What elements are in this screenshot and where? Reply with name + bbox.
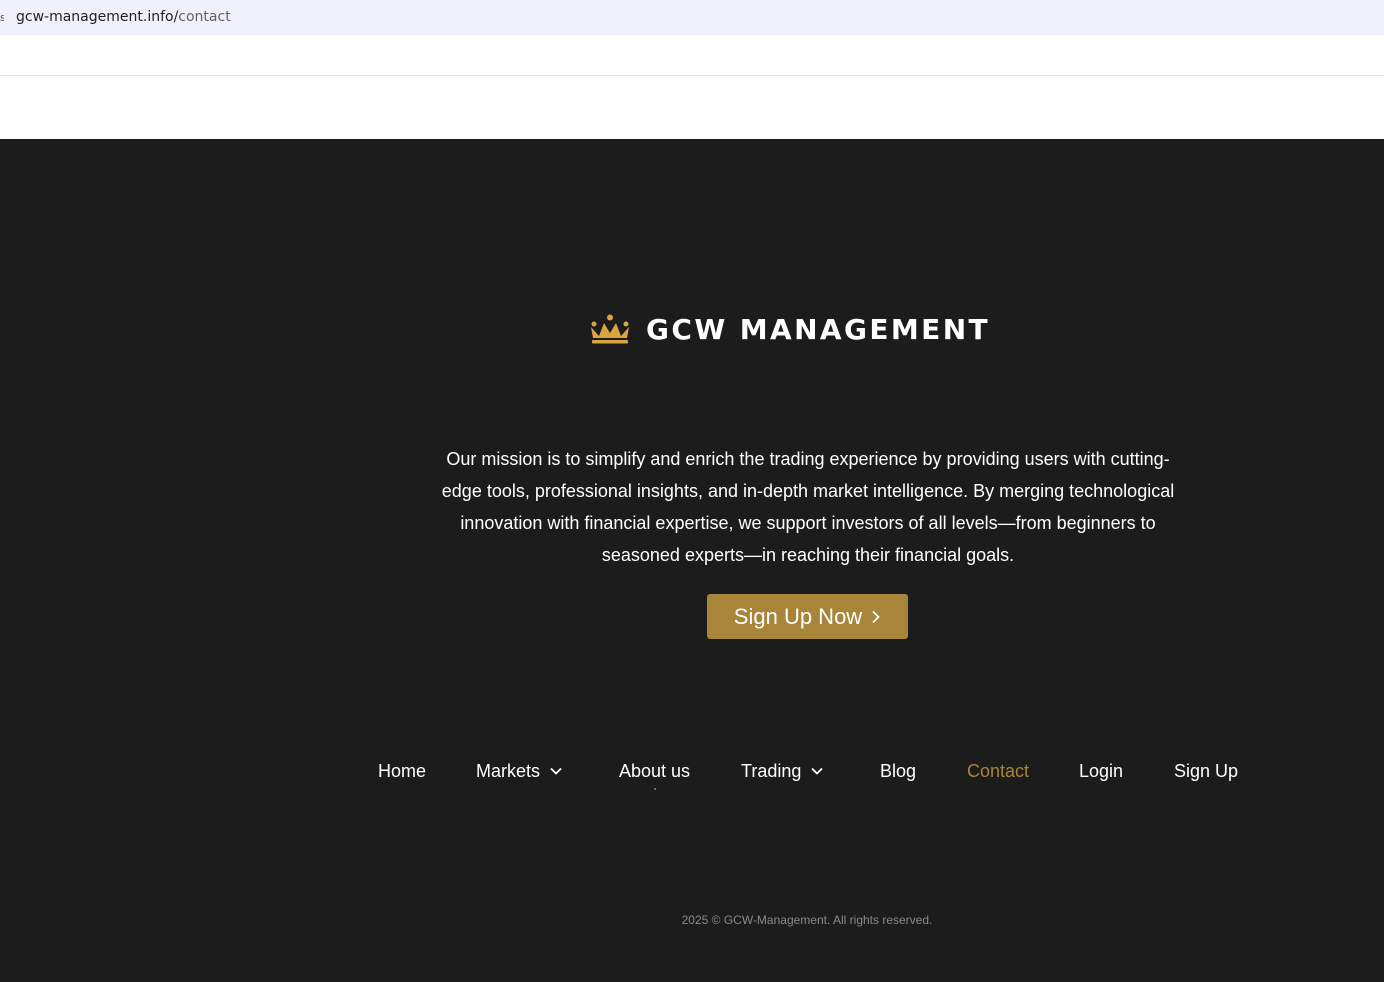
- nav-signup-label: Sign Up: [1174, 761, 1239, 781]
- chevron-down-icon: [550, 767, 562, 775]
- nav-item-trading[interactable]: Trading: [741, 759, 824, 783]
- nav-login-label: Login: [1079, 761, 1124, 781]
- url-path: contact: [178, 9, 231, 25]
- brand-name: GCW MANAGEMENT: [646, 312, 991, 346]
- nav-item-about-us[interactable]: About us: [619, 759, 690, 783]
- nav-home-label: Home: [378, 761, 427, 781]
- nav-trading-label: Trading: [741, 761, 802, 781]
- header-divider: [0, 75, 1384, 76]
- nav-item-login[interactable]: Login: [1079, 759, 1123, 783]
- address-url[interactable]: gcw-management.info/contact: [16, 9, 231, 25]
- footer-nav: Home Markets About us Trading Blog Conta…: [0, 759, 1384, 789]
- nav-item-home[interactable]: Home: [378, 759, 426, 783]
- nav-item-sign-up[interactable]: Sign Up: [1174, 759, 1238, 783]
- nav-item-contact[interactable]: Contact: [967, 759, 1029, 783]
- nav-item-markets[interactable]: Markets: [476, 759, 563, 783]
- mission-statement: Our mission is to simplify and enrich th…: [441, 449, 1175, 565]
- sign-up-now-label: Sign Up Now: [733, 603, 863, 629]
- site-footer: GCW MANAGEMENT Our mission is to simplif…: [0, 139, 1384, 982]
- copyright-text: 2025 © GCW-Management. All rights reserv…: [681, 913, 933, 927]
- browser-address-bar[interactable]: ꜱ gcw-management.info/contact: [0, 0, 1384, 35]
- nav-markets-label: Markets: [476, 761, 541, 781]
- sign-up-now-button[interactable]: Sign Up Now: [707, 594, 908, 639]
- site-logo[interactable]: GCW MANAGEMENT: [588, 311, 990, 347]
- chevron-right-icon: [872, 610, 880, 623]
- crown-icon: [591, 314, 629, 344]
- site-info-icon[interactable]: ꜱ: [0, 11, 4, 25]
- nav-contact-label: Contact: [967, 761, 1030, 781]
- nav-item-blog[interactable]: Blog: [880, 759, 916, 783]
- chevron-down-icon: [811, 767, 824, 775]
- url-host: gcw-management.info/: [16, 9, 179, 25]
- hover-indicator-dot: [654, 788, 656, 790]
- nav-about-label: About us: [619, 761, 691, 781]
- nav-blog-label: Blog: [880, 761, 917, 781]
- page-header-area: [0, 35, 1384, 139]
